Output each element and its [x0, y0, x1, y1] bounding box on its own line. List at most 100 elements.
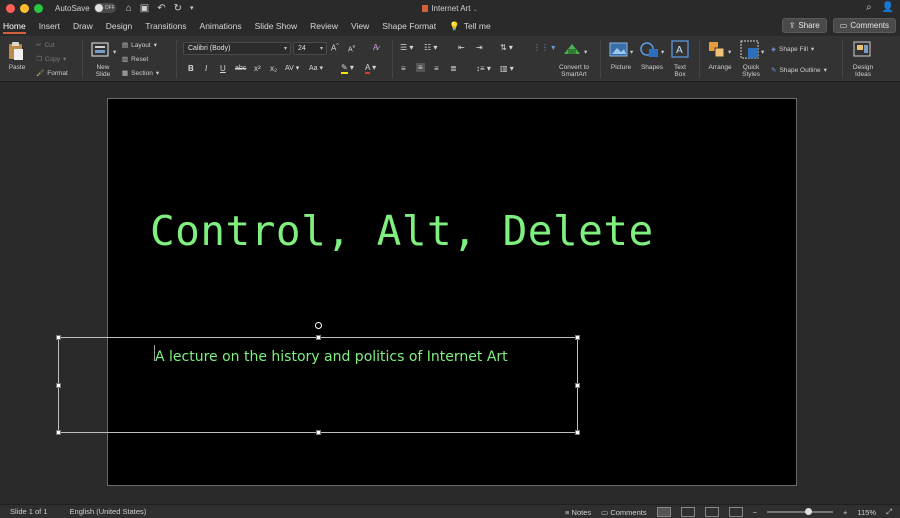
text-box-icon[interactable]: A	[671, 40, 689, 58]
zoom-out-button[interactable]: −	[753, 508, 757, 517]
close-window-button[interactable]	[6, 3, 15, 13]
slide-sorter-view-button[interactable]	[680, 507, 695, 517]
bullets-icon[interactable]: ☰ ▾	[400, 43, 413, 52]
numbering-icon[interactable]: ☷ ▾	[424, 43, 437, 52]
new-slide-dropdown-icon[interactable]: ▾	[113, 48, 116, 56]
account-icon[interactable]: 👤	[882, 2, 894, 13]
normal-view-button[interactable]	[656, 507, 671, 517]
resize-handle-bottom-left[interactable]	[56, 430, 61, 435]
autosave-toggle[interactable]: OFF	[93, 3, 116, 13]
tab-transitions[interactable]: Transitions	[145, 16, 186, 36]
shape-fill-button[interactable]: ◈ Shape Fill ▾	[771, 45, 814, 54]
tab-review[interactable]: Review	[310, 16, 338, 36]
rotate-handle[interactable]	[315, 322, 322, 329]
zoom-slider[interactable]	[766, 508, 833, 515]
underline-button[interactable]: U	[220, 64, 226, 73]
tab-draw[interactable]: Draw	[73, 16, 93, 36]
zoom-in-button[interactable]: +	[843, 508, 847, 517]
font-size-select[interactable]: 24 ▾	[293, 42, 327, 55]
text-direction-icon[interactable]: ⇅ ▾	[500, 43, 513, 52]
align-center-icon[interactable]: ≡	[416, 63, 425, 72]
decrease-font-size-icon[interactable]: Av	[348, 44, 355, 53]
superscript-button[interactable]: x²	[254, 64, 261, 73]
chevron-down-icon[interactable]: ⌄	[473, 7, 478, 13]
fit-to-window-icon[interactable]: ⤢	[886, 507, 892, 517]
reset-button[interactable]: ▥ Reset	[122, 55, 148, 64]
cut-button[interactable]: ✂ Cut	[36, 41, 55, 50]
chevron-down-icon[interactable]: ▾	[761, 48, 764, 56]
quick-styles-button[interactable]: Quick Styles	[736, 64, 766, 78]
tell-me[interactable]: 💡 Tell me	[449, 16, 491, 36]
picture-button[interactable]: Picture	[606, 64, 636, 71]
text-box-button[interactable]: Text Box	[668, 64, 692, 78]
customize-toolbar-icon[interactable]: ▾	[190, 4, 194, 14]
highlight-color-icon[interactable]: ✎ ▾	[341, 63, 354, 74]
format-painter-button[interactable]: 🖌 Format	[36, 69, 68, 78]
quick-styles-icon[interactable]	[740, 40, 760, 60]
increase-indent-icon[interactable]: ⇥	[476, 43, 483, 52]
zoom-window-button[interactable]	[34, 3, 43, 13]
resize-handle-bottom[interactable]	[316, 430, 321, 435]
increase-font-size-icon[interactable]: A^	[331, 43, 339, 53]
chevron-down-icon[interactable]: ▾	[728, 48, 731, 56]
copy-button[interactable]: ❐ Copy ▾	[36, 55, 66, 64]
columns-icon[interactable]: ▥ ▾	[500, 64, 514, 73]
picture-icon[interactable]	[609, 41, 629, 59]
strikethrough-button[interactable]: abc	[235, 65, 246, 72]
zoom-level[interactable]: 115%	[857, 508, 876, 517]
notes-button[interactable]: ≡ Notes	[565, 508, 591, 517]
resize-handle-top-right[interactable]	[575, 335, 580, 340]
tab-insert[interactable]: Insert	[39, 16, 60, 36]
section-button[interactable]: ▦ Section ▾	[122, 69, 159, 78]
share-button[interactable]: ⇪ Share	[781, 18, 827, 33]
slide-show-view-button[interactable]	[728, 507, 743, 517]
shapes-icon[interactable]	[639, 40, 661, 60]
chevron-down-icon[interactable]: ▾	[584, 48, 587, 56]
font-color-icon[interactable]: A ▾	[365, 63, 376, 74]
design-ideas-button[interactable]: Design Ideas	[848, 64, 878, 78]
reading-view-button[interactable]	[704, 507, 719, 517]
design-ideas-icon[interactable]	[853, 40, 873, 60]
shapes-button[interactable]: Shapes	[637, 64, 667, 71]
tab-slide-show[interactable]: Slide Show	[255, 16, 298, 36]
tab-view[interactable]: View	[351, 16, 369, 36]
tab-design[interactable]: Design	[106, 16, 132, 36]
resize-handle-top-left[interactable]	[56, 335, 61, 340]
smartart-icon[interactable]	[562, 40, 582, 58]
layout-button[interactable]: ▤ Layout ▾	[122, 41, 157, 50]
arrange-button[interactable]: Arrange	[704, 64, 736, 71]
chevron-down-icon[interactable]: ▾	[661, 48, 664, 56]
resize-handle-bottom-right[interactable]	[575, 430, 580, 435]
search-icon[interactable]: ⌕	[866, 2, 872, 13]
chevron-down-icon[interactable]: ▾	[630, 48, 633, 56]
tab-home[interactable]: Home	[3, 16, 26, 36]
resize-handle-top[interactable]	[316, 335, 321, 340]
comments-status-button[interactable]: ▭ Comments	[601, 508, 646, 517]
arrange-icon[interactable]	[707, 40, 727, 60]
undo-icon[interactable]: ↶	[157, 3, 165, 14]
new-slide-icon[interactable]	[91, 41, 111, 59]
save-icon[interactable]: ▣	[140, 3, 149, 14]
align-left-icon[interactable]: ≡	[401, 64, 406, 73]
tab-shape-format[interactable]: Shape Format	[382, 16, 436, 36]
resize-handle-left[interactable]	[56, 383, 61, 388]
align-text-icon[interactable]: ⋮⋮ ▾	[533, 43, 555, 52]
paste-icon[interactable]	[7, 41, 25, 61]
language[interactable]: English (United States)	[70, 507, 147, 516]
paste-button[interactable]: Paste	[6, 64, 28, 71]
zoom-slider-thumb[interactable]	[804, 508, 812, 515]
new-slide-button[interactable]: New Slide	[90, 64, 116, 78]
decrease-indent-icon[interactable]: ⇤	[458, 43, 465, 52]
slide-subtitle[interactable]: A lecture on the history and politics of…	[155, 349, 508, 365]
change-case-button[interactable]: Aa ▾	[309, 64, 323, 72]
resize-handle-right[interactable]	[575, 383, 580, 388]
justify-icon[interactable]: ≣	[450, 64, 457, 73]
character-spacing-button[interactable]: AV ▾	[285, 64, 299, 72]
line-spacing-icon[interactable]: ↕≡ ▾	[476, 64, 491, 73]
tab-animations[interactable]: Animations	[200, 16, 242, 36]
slide-title[interactable]: Control, Alt, Delete	[150, 207, 654, 255]
minimize-window-button[interactable]	[20, 3, 29, 13]
home-icon[interactable]: ⌂	[126, 3, 132, 14]
bold-button[interactable]: B	[188, 64, 194, 73]
convert-to-smartart-button[interactable]: Convert to SmartArt	[553, 64, 595, 78]
